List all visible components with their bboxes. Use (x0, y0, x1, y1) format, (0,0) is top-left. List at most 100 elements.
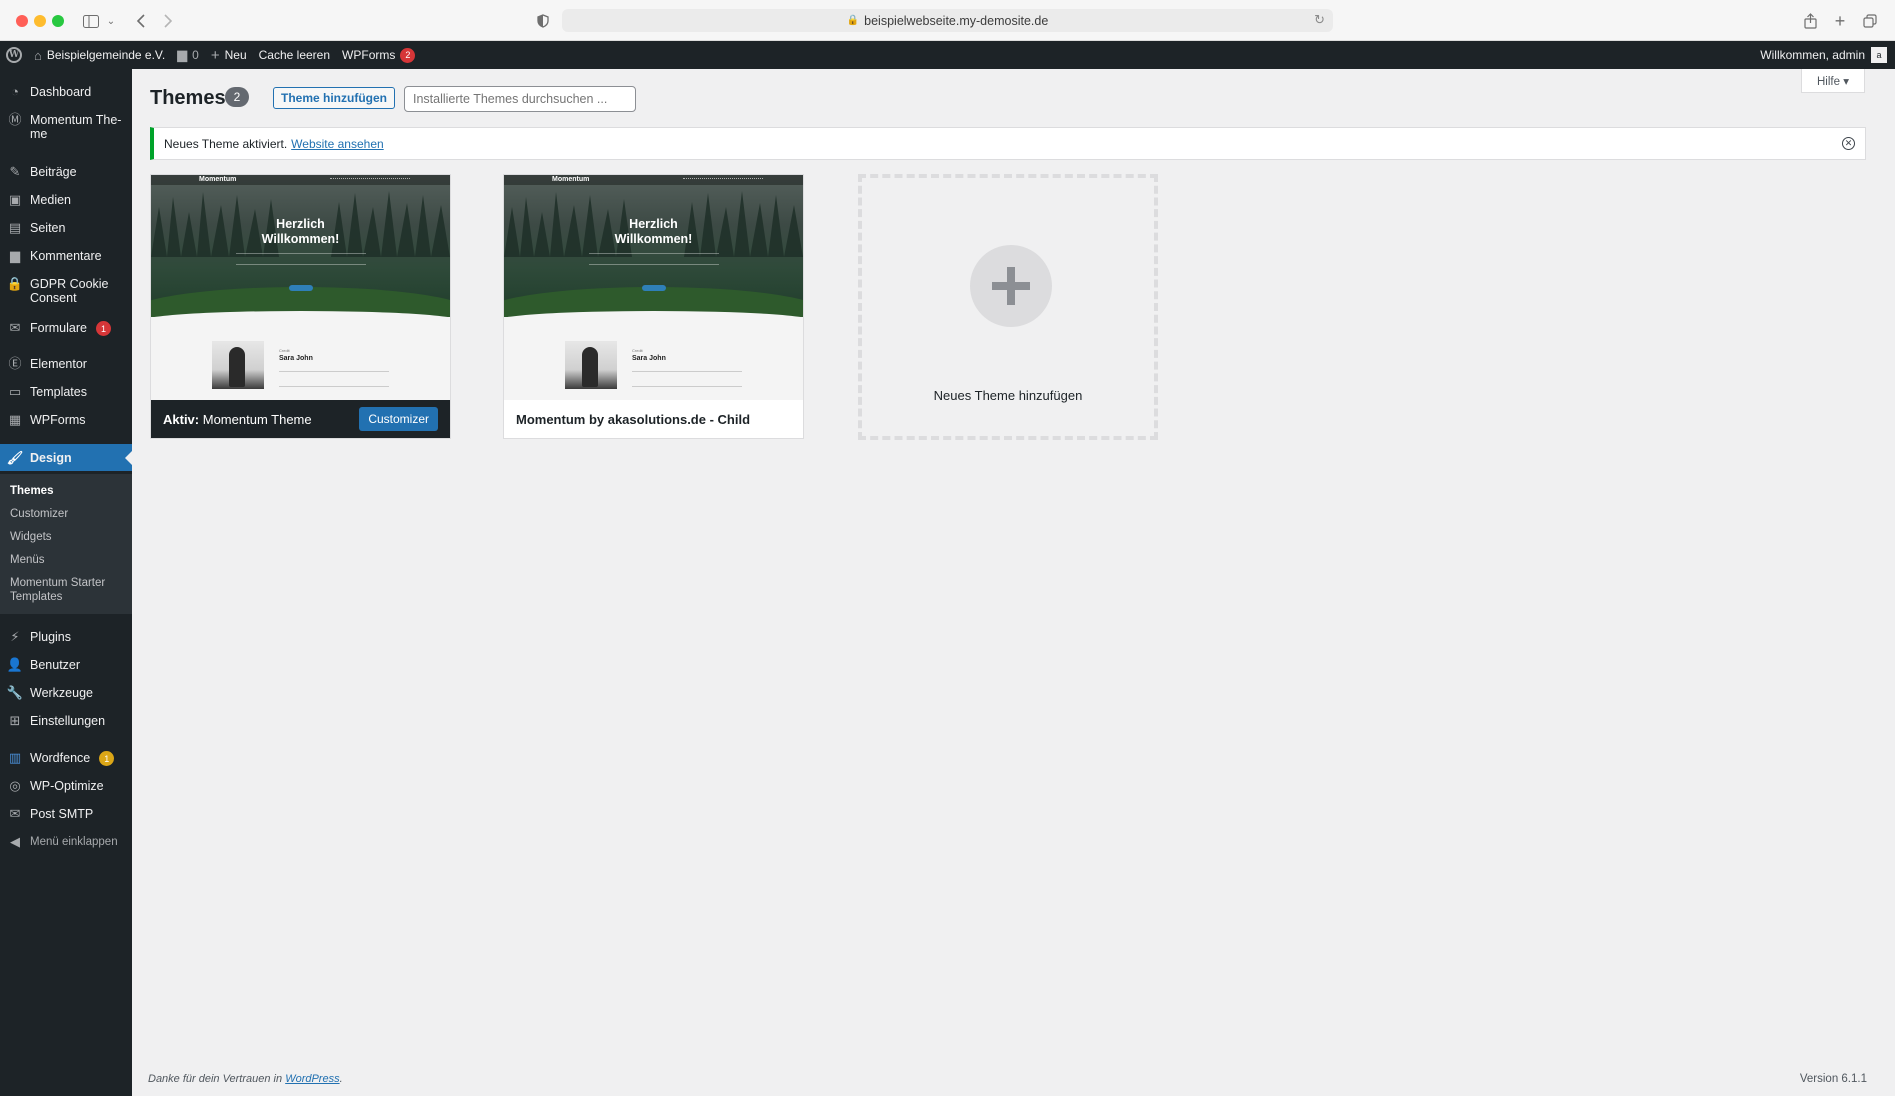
address-bar[interactable]: 🔒 beispielwebseite.my-demosite.de ↻ (562, 9, 1333, 32)
sidebar-item-posts[interactable]: ✎ Beiträge (0, 164, 132, 180)
theme-name-text: Momentum Theme (202, 411, 312, 427)
sidebar-item-tools[interactable]: 🔧 Werkzeuge (0, 686, 132, 701)
pushpin-icon: ✎ (9, 164, 21, 179)
cache-clear-menu[interactable]: Cache leeren (253, 41, 336, 69)
sidebar-item-users[interactable]: 👤 Benutzer (0, 657, 132, 673)
sidebar-item-label: Formulare (30, 321, 87, 335)
sidebar-item-label: Menü einklappen (30, 836, 118, 848)
privacy-shield-icon[interactable] (535, 10, 551, 32)
tab-overview-icon[interactable] (1860, 10, 1880, 32)
plug-icon: ⚡ (10, 629, 20, 644)
sidebar-item-momentum[interactable]: Ⓜ Momentum The-me (0, 113, 132, 142)
submenu-item-menus[interactable]: Menüs (10, 553, 45, 567)
chevron-down-icon[interactable]: ⌄ (106, 10, 116, 32)
submenu-item-starter-templates[interactable]: Momentum Starter Templates (10, 576, 125, 604)
add-theme-label: Neues Theme hinzufügen (933, 388, 1083, 403)
new-tab-icon[interactable]: + (1830, 10, 1850, 32)
sidebar-item-label: WP-Optimize (30, 779, 104, 793)
submenu-item-customizer[interactable]: Customizer (10, 507, 68, 521)
sidebar-item-plugins[interactable]: ⚡ Plugins (0, 629, 132, 645)
theme-card-child[interactable]: Momentum Herzlich Willkommen! Credit Sar… (503, 174, 804, 439)
plus-icon (970, 245, 1052, 327)
sidebar-item-settings[interactable]: ⊞ Einstellungen (0, 714, 132, 729)
site-name-menu[interactable]: ⌂ Beispielgemeinde e.V. (28, 41, 171, 69)
new-label: Neu (224, 48, 247, 62)
sidebar-item-templates[interactable]: ▭ Templates (0, 385, 132, 400)
sidebar-item-label: Einstellungen (30, 714, 106, 728)
forms-badge: 1 (95, 321, 111, 336)
collapse-arrow-icon: ◀ (10, 834, 20, 849)
reload-icon[interactable]: ↻ (1314, 12, 1325, 28)
zoom-window-button[interactable] (52, 15, 64, 27)
customizer-button[interactable]: Customizer (359, 407, 438, 431)
design-submenu: Themes Customizer Widgets Menüs Momentum… (0, 474, 132, 614)
sidebar-item-label: Momentum The-me (30, 113, 122, 141)
preview-credit: Credit (632, 348, 643, 353)
theme-name: Aktiv: Momentum Theme (163, 412, 312, 427)
sidebar-item-label: Elementor (30, 357, 87, 371)
share-icon[interactable] (1800, 10, 1820, 32)
minimize-window-button[interactable] (34, 15, 46, 27)
wordfence-badge: 1 (99, 751, 115, 766)
cache-label: Cache leeren (258, 48, 331, 62)
preview-credit: Credit (279, 348, 290, 353)
add-new-theme-card[interactable]: Neues Theme hinzufügen (858, 174, 1158, 440)
sidebar-item-label: Plugins (30, 630, 71, 644)
paintbrush-icon: 🖌 (6, 449, 24, 465)
sidebar-item-dashboard[interactable]: ◔ Dashboard (0, 85, 132, 100)
sidebar-toggle-icon[interactable] (80, 10, 102, 32)
view-website-link[interactable]: Website ansehen (291, 137, 384, 151)
back-arrow-icon[interactable] (132, 10, 148, 32)
sidebar-item-media[interactable]: ▣ Medien (0, 193, 132, 208)
sidebar-item-post-smtp[interactable]: ✉ Post SMTP (0, 806, 132, 822)
sidebar-item-design[interactable]: 🖌 Design (0, 444, 132, 471)
theme-screenshot[interactable]: Momentum Herzlich Willkommen! Credit Sar… (504, 175, 803, 400)
sidebar-item-elementor[interactable]: Ⓔ Elementor (0, 356, 132, 372)
main-content: Hilfe ▾ Themes 2 Theme hinzufügen Neues … (132, 69, 1895, 1096)
sidebar-item-label: Seiten (30, 221, 66, 235)
forward-arrow-icon[interactable] (160, 10, 176, 32)
search-themes-input[interactable] (404, 86, 636, 112)
sidebar-item-forms[interactable]: ✉ Formulare 1 (0, 321, 132, 336)
preview-person-name: Sara John (279, 355, 313, 362)
submenu-item-widgets[interactable]: Widgets (10, 530, 52, 544)
submenu-item-themes[interactable]: Themes (10, 484, 53, 498)
comment-bubble-icon: ▆ (177, 47, 188, 62)
wordpress-link[interactable]: WordPress (285, 1073, 339, 1085)
wpforms-menu[interactable]: WPForms 2 (336, 41, 421, 69)
account-menu[interactable]: Willkommen, admin a (1760, 47, 1895, 63)
envelope-icon: ✉ (9, 320, 21, 335)
preview-logo: Momentum (199, 176, 237, 183)
new-content-menu[interactable]: + Neu (205, 41, 253, 69)
preview-wave (151, 311, 450, 331)
dismiss-notice-icon[interactable]: ✕ (1842, 137, 1855, 150)
collapse-menu-button[interactable]: ◀ Menü einklappen (0, 835, 132, 849)
site-name: Beispielgemeinde e.V. (46, 48, 166, 62)
sidebar-item-wpforms[interactable]: ▦ WPForms (0, 413, 132, 428)
sidebar-item-label: Kommentare (30, 249, 102, 263)
help-tab[interactable]: Hilfe ▾ (1801, 69, 1865, 93)
mail-icon: ✉ (9, 806, 21, 821)
sidebar-item-wordfence[interactable]: ▥ Wordfence 1 (0, 751, 132, 766)
elementor-icon: Ⓔ (8, 356, 22, 371)
sidebar-item-gdpr[interactable]: 🔒 GDPR Cookie Consent (0, 277, 132, 306)
user-icon: 👤 (6, 657, 24, 672)
browser-toolbar: ⌄ 🔒 beispielwebseite.my-demosite.de ↻ + (0, 0, 1895, 41)
footer-thanks-text: Danke für dein Vertrauen in (148, 1073, 283, 1085)
url-text: beispielwebseite.my-demosite.de (864, 13, 1049, 28)
theme-count-badge: 2 (225, 87, 249, 107)
theme-screenshot[interactable]: Momentum Herzlich Willkommen! Credit Sar… (151, 175, 450, 400)
sidebar-item-comments[interactable]: ▆ Kommentare (0, 249, 132, 264)
close-window-button[interactable] (16, 15, 28, 27)
theme-card-active[interactable]: Momentum Herzlich Willkommen! Credit Sar… (150, 174, 451, 439)
wp-logo-menu[interactable]: W (0, 41, 28, 69)
add-theme-button[interactable]: Theme hinzufügen (273, 87, 395, 109)
admin-sidebar: ◔ Dashboard Ⓜ Momentum The-me ✎ Beiträge… (0, 69, 132, 1096)
sidebar-item-wp-optimize[interactable]: ◎ WP-Optimize (0, 779, 132, 794)
greeting: Willkommen, admin (1760, 48, 1865, 62)
comments-menu[interactable]: ▆ 0 (171, 41, 205, 69)
comments-count: 0 (192, 48, 199, 62)
preview-person (229, 347, 245, 387)
page-title: Themes (150, 87, 226, 109)
sidebar-item-pages[interactable]: ▤ Seiten (0, 221, 132, 236)
